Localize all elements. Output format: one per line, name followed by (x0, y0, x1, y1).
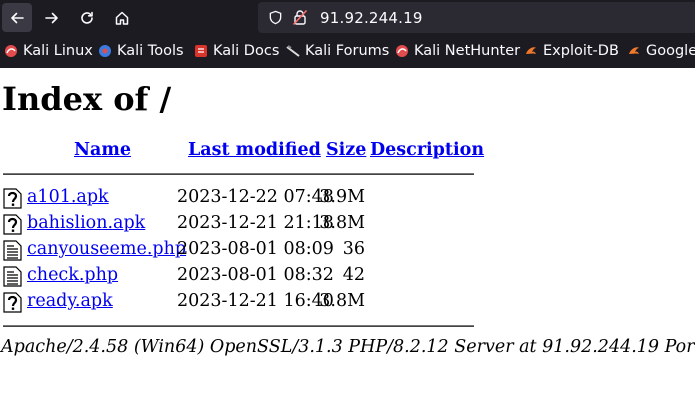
exploit-db-icon (526, 47, 536, 54)
bookmark-kali-linux[interactable]: Kali Linux (4, 43, 93, 59)
file-size: 3.8M (319, 213, 365, 233)
unknown-file-icon (3, 214, 22, 235)
bookmark-label: Google (646, 43, 695, 59)
file-modified: 2023-12-21 21:18 (177, 213, 334, 233)
table-row: canyouseeme.php 2023-08-01 08:09 36 (0, 239, 500, 265)
bookmark-kali-docs[interactable]: Kali Docs (194, 43, 279, 59)
server-signature: Apache/2.4.58 (Win64) OpenSSL/3.1.3 PHP/… (1, 337, 695, 357)
column-header-name[interactable]: Name (74, 140, 131, 160)
tracking-protection-shield-icon[interactable] (268, 10, 283, 25)
kali-tools-icon (99, 45, 111, 57)
file-size: 36 (342, 239, 365, 259)
table-row: ready.apk 2023-12-21 16:40 3.8M (0, 291, 500, 317)
directory-listing-page: Index of / Name Last modified Size Descr… (0, 68, 695, 405)
file-link[interactable]: canyouseeme.php (27, 239, 186, 259)
page-title: Index of / (2, 80, 172, 118)
file-link[interactable]: a101.apk (27, 187, 109, 207)
home-button[interactable] (107, 3, 137, 32)
table-row: a101.apk 2023-12-22 07:48 3.9M (0, 187, 500, 213)
text-file-icon (3, 240, 22, 261)
kali-forums-icon (286, 45, 300, 57)
browser-chrome: 91.92.244.19 Kali Linux Kali Tools Kali … (0, 0, 695, 68)
file-modified: 2023-12-21 16:40 (177, 291, 334, 311)
file-link[interactable]: bahislion.apk (27, 213, 145, 233)
header-divider (3, 173, 474, 175)
bookmark-google[interactable]: Google (627, 43, 695, 59)
bookmark-label: Kali Docs (213, 43, 280, 59)
bookmark-label: Exploit-DB (543, 43, 619, 59)
bookmark-kali-nethunter[interactable]: Kali NetHunter (395, 43, 520, 59)
kali-dragon-icon (5, 45, 17, 57)
bookmark-exploit-db[interactable]: Exploit-DB (524, 43, 619, 59)
bookmark-kali-forums[interactable]: Kali Forums (286, 43, 389, 59)
file-link[interactable]: ready.apk (27, 291, 113, 311)
kali-docs-icon (195, 45, 207, 57)
home-icon (115, 11, 129, 25)
file-size: 42 (342, 265, 365, 285)
file-link[interactable]: check.php (27, 265, 118, 285)
url-text[interactable]: 91.92.244.19 (320, 9, 423, 27)
kali-nethunter-icon (396, 45, 408, 57)
bookmark-label: Kali NetHunter (414, 43, 521, 59)
reload-icon (81, 11, 93, 24)
address-bar[interactable]: 91.92.244.19 (258, 2, 695, 33)
forward-button[interactable] (37, 3, 67, 32)
footer-divider (3, 325, 474, 327)
unknown-file-icon (3, 188, 22, 209)
reload-button[interactable] (72, 3, 102, 32)
bookmark-kali-tools[interactable]: Kali Tools (98, 43, 184, 59)
insecure-lock-icon[interactable] (292, 9, 308, 26)
table-row: check.php 2023-08-01 08:32 42 (0, 265, 500, 291)
table-row: bahislion.apk 2023-12-21 21:18 3.8M (0, 213, 500, 239)
unknown-file-icon (3, 292, 22, 313)
text-file-icon (3, 266, 22, 287)
column-header-size[interactable]: Size (326, 140, 366, 160)
arrow-left-icon (11, 12, 24, 23)
column-header-last-modified[interactable]: Last modified (188, 140, 321, 160)
column-header-description[interactable]: Description (370, 140, 484, 160)
file-size: 3.8M (319, 291, 365, 311)
file-modified: 2023-12-22 07:48 (177, 187, 334, 207)
back-button[interactable] (2, 3, 32, 32)
navigation-toolbar: 91.92.244.19 (0, 0, 695, 36)
arrow-right-icon (45, 12, 58, 23)
file-modified: 2023-08-01 08:09 (177, 239, 334, 259)
bookmark-label: Kali Forums (305, 43, 390, 59)
bookmark-label: Kali Linux (23, 43, 93, 59)
google-hacking-icon (629, 47, 639, 54)
bookmarks-toolbar: Kali Linux Kali Tools Kali Docs Kali For… (0, 36, 695, 68)
file-size: 3.9M (319, 187, 365, 207)
file-modified: 2023-08-01 08:32 (177, 265, 334, 285)
bookmark-label: Kali Tools (117, 43, 184, 59)
